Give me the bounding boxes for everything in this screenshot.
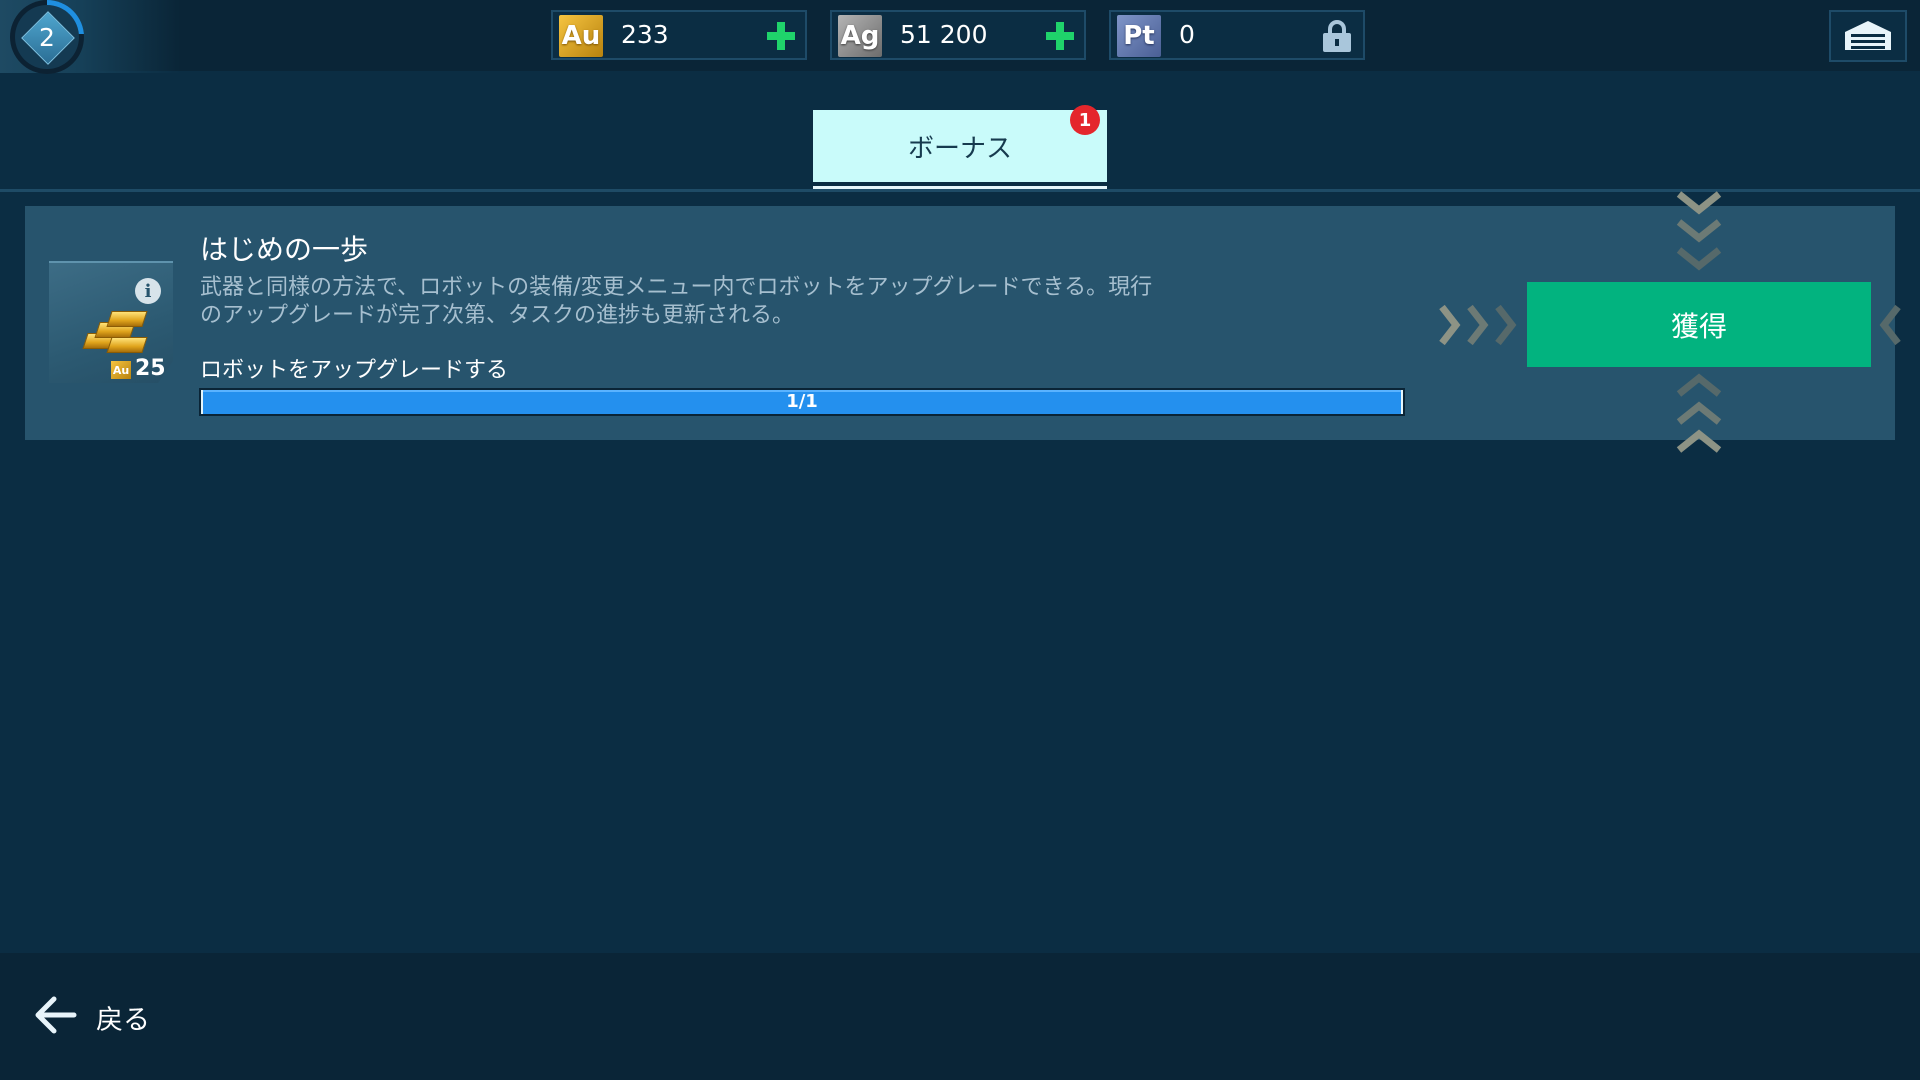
garage-icon — [1845, 21, 1891, 50]
lock-icon — [1323, 20, 1351, 52]
back-button[interactable]: 戻る — [34, 990, 194, 1040]
task-title: はじめの一歩 — [200, 233, 369, 266]
currency-gold: Au 233 — [551, 10, 807, 60]
info-icon[interactable]: i — [135, 278, 161, 304]
add-silver-icon[interactable] — [1046, 22, 1074, 50]
currency-silver: Ag 51 200 — [830, 10, 1086, 60]
add-gold-icon[interactable] — [767, 22, 795, 50]
silver-amount: 51 200 — [900, 20, 988, 49]
platinum-amount: 0 — [1179, 20, 1195, 49]
player-level: 2 — [39, 22, 55, 52]
task-progress-bar: 1/1 — [199, 388, 1405, 416]
player-level-panel[interactable]: 2 — [0, 0, 180, 74]
garage-button[interactable] — [1829, 10, 1907, 62]
task-description: 武器と同様の方法で、ロボットの装備/変更メニュー内でロボットをアップグレードでき… — [200, 275, 1153, 328]
tab-bonus[interactable]: ボーナス — [813, 110, 1107, 182]
level-progress-ring: 2 — [10, 0, 84, 74]
claim-button[interactable]: 獲得 — [1527, 282, 1871, 367]
gold-amount: 233 — [621, 20, 669, 49]
back-label: 戻る — [96, 1005, 150, 1036]
tab-divider — [0, 189, 1920, 192]
chevron-right-icon — [1439, 304, 1517, 346]
reward-amount: 25 — [135, 356, 166, 381]
platinum-icon: Pt — [1117, 15, 1161, 57]
bottom-bar — [0, 953, 1920, 1080]
task-goal: ロボットをアップグレードする — [200, 358, 509, 383]
gold-icon: Au — [559, 15, 603, 57]
chevron-up-icon — [1676, 373, 1722, 453]
notification-badge: 1 — [1070, 105, 1100, 135]
silver-icon: Ag — [838, 15, 882, 57]
arrow-left-icon — [35, 996, 77, 1034]
chevron-down-icon — [1676, 191, 1722, 271]
currency-platinum: Pt 0 — [1109, 10, 1365, 60]
progress-text: 1/1 — [786, 391, 818, 412]
chevron-left-icon — [1879, 304, 1901, 346]
reward-gold-icon: Au — [111, 361, 131, 379]
